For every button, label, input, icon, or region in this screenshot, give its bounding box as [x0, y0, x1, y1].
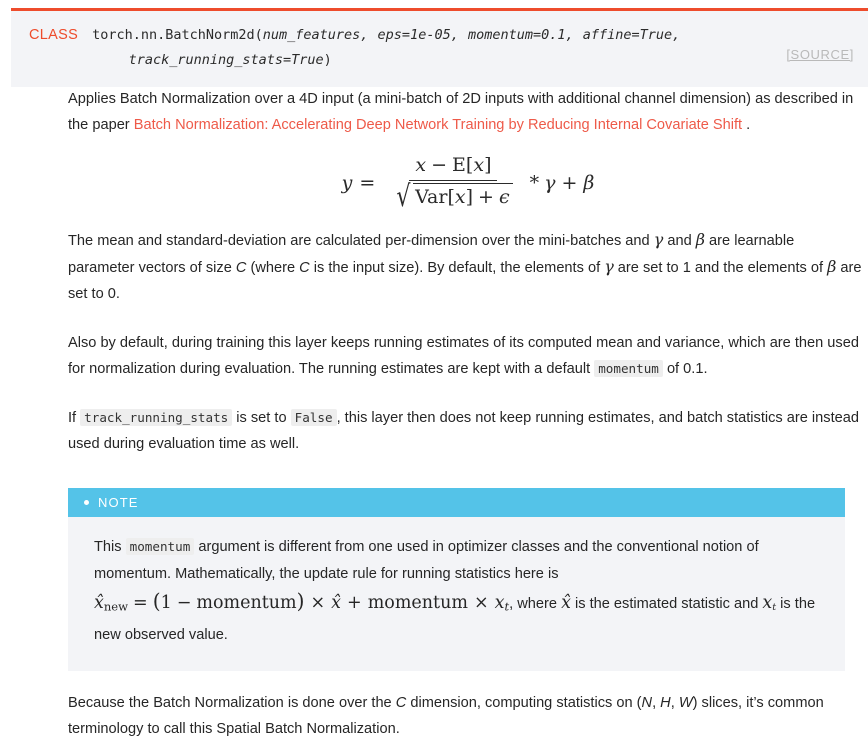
p5-w: W [678, 694, 693, 711]
code-false: False [290, 409, 337, 427]
documentation-content: Applies Batch Normalization over a 4D in… [68, 86, 868, 752]
x-t-base: x [494, 593, 505, 614]
p5-n: N [641, 694, 653, 711]
formula-beta: β [583, 171, 595, 194]
description-text-after-link: . [742, 117, 751, 133]
batchnorm-formula: y = x − E[x] √ Var[x] + ϵ * γ + β [68, 154, 868, 211]
p2-c-1: C [235, 260, 247, 277]
update-equals: = [133, 593, 148, 614]
p5-seg2: dimension, computing statistics on ( [406, 694, 642, 711]
note-paragraph: This momentum argument is different from… [94, 533, 819, 648]
formula-equals: = [359, 171, 376, 194]
p2-gamma-1: γ [653, 230, 664, 250]
formula-denominator: √ Var[x] + ϵ [388, 181, 518, 212]
signature-args-line-2: track_running_stats=True [128, 52, 324, 68]
numerator-x: x [415, 154, 427, 176]
square-root: √ Var[x] + ϵ [394, 178, 513, 213]
p2-gamma-2: γ [604, 257, 614, 277]
radical-sign: √ [396, 178, 411, 213]
note-admonition: NOTE This momentum argument is different… [68, 488, 845, 671]
update-one: 1 [160, 593, 172, 614]
xhat-new-subscript: new [103, 599, 129, 614]
description-paragraph-1: Applies Batch Normalization over a 4D in… [68, 86, 863, 138]
numerator-inner-x: x [473, 154, 485, 176]
note-seg4: is the estimated statistic and [570, 596, 763, 613]
note-seg2: argument is different from one used in o… [94, 539, 759, 583]
p2-seg5: is the input size). By default, the elem… [309, 260, 605, 277]
description-paragraph-3: Also by default, during training this la… [68, 330, 863, 382]
update-minus: − [176, 593, 192, 614]
p2-beta-2: β [827, 257, 837, 277]
paper-reference-link[interactable]: Batch Normalization: Accelerating Deep N… [134, 117, 742, 133]
p3-seg1: Also by default, during training this la… [68, 335, 859, 378]
formula-lhs: y [341, 171, 353, 194]
p5-c: C [395, 694, 407, 711]
p5-comma2: , [670, 694, 679, 711]
description-paragraph-5: Because the Batch Normalization is done … [68, 690, 863, 742]
xhat-inline: x̂ [561, 593, 571, 614]
p5-h: H [660, 694, 671, 711]
epsilon-symbol: ϵ [498, 185, 510, 208]
variance-operator: Var [415, 185, 448, 208]
note-seg1: This [94, 539, 126, 556]
note-seg3: , where [509, 596, 562, 613]
signature-args-line-1: num_features, eps=1e-05, momentum=0.1, a… [262, 27, 681, 43]
p2-seg6: are set to 1 and the elements of [613, 260, 828, 277]
signature-code: torch.nn.BatchNorm2d(num_features, eps=1… [92, 23, 768, 73]
p2-seg2: and [663, 233, 696, 250]
close-paren: ) [323, 52, 332, 68]
update-plus: + [347, 593, 362, 614]
numerator-minus: − [431, 154, 448, 176]
p2-seg4: (where [246, 260, 300, 277]
note-body: This momentum argument is different from… [68, 517, 845, 670]
denominator-bracket-open: [ [447, 185, 455, 208]
formula-plus: + [561, 171, 578, 194]
denominator-inner-x: x [454, 185, 466, 208]
p5-comma1: , [652, 694, 661, 711]
p2-beta-1: β [695, 230, 705, 250]
code-momentum: momentum [594, 360, 663, 378]
open-paren: ( [254, 27, 263, 43]
p4-seg1: If [68, 410, 81, 427]
expectation-operator: E [452, 154, 466, 176]
update-momentum-word-1: momentum [196, 593, 297, 614]
note-label: NOTE [98, 495, 139, 511]
p2-seg1: The mean and standard-deviation are calc… [68, 233, 654, 250]
bullet-icon [84, 500, 89, 506]
code-track-running-stats: track_running_stats [80, 409, 233, 427]
denominator-plus: + [478, 185, 494, 208]
xt-inline-base: x [762, 593, 773, 614]
code-momentum-note: momentum [125, 538, 195, 556]
class-keyword-label: CLASS [29, 27, 79, 43]
update-momentum-word-2: momentum [367, 593, 468, 614]
radicand: Var[x] + ϵ [413, 182, 513, 210]
update-times-1: × [310, 593, 326, 614]
description-paragraph-2: The mean and standard-deviation are calc… [68, 227, 863, 307]
class-signature-block: CLASS torch.nn.BatchNorm2d(num_features,… [11, 8, 868, 87]
source-link[interactable]: [SOURCE] [768, 35, 854, 62]
p4-seg2: is set to [232, 410, 291, 427]
formula-gamma: γ [544, 171, 556, 194]
formula-numerator: x − E[x] [409, 154, 498, 181]
momentum-update-rule-formula: x̂new = (1− momentum) × x̂ + momentum × xt [94, 589, 509, 614]
xhat-symbol: x̂ [331, 593, 342, 614]
p5-seg1: Because the Batch Normalization is done … [68, 694, 396, 711]
formula-times: * [529, 171, 540, 194]
denominator-bracket-close: ] [465, 185, 474, 208]
note-header: NOTE [68, 488, 845, 518]
description-paragraph-4: If track_running_stats is set to False, … [68, 405, 863, 457]
update-times-2: × [473, 593, 489, 614]
numerator-bracket-close: ] [484, 154, 492, 176]
formula-fraction: x − E[x] √ Var[x] + ϵ [388, 154, 518, 211]
qualified-class-name: torch.nn.BatchNorm2d [92, 27, 255, 43]
xhat-new-base: x̂ [94, 593, 104, 614]
signature-row: CLASS torch.nn.BatchNorm2d(num_features,… [11, 23, 868, 73]
p3-seg2: of 0.1. [662, 361, 708, 378]
p2-c-2: C [299, 260, 310, 277]
update-paren-open: ( [152, 589, 161, 614]
